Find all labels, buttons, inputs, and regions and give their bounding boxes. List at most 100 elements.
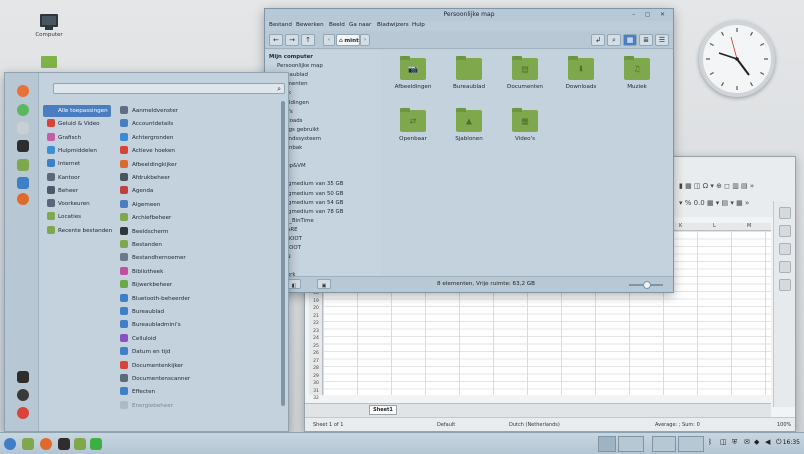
sidebar-item[interactable]: Persoonlijke map [277,63,323,69]
menu-app-item[interactable]: Aanmeldvenster [117,105,277,118]
firefox-alt-icon[interactable] [17,193,29,205]
settings-icon[interactable] [17,122,29,134]
menu-app-item[interactable]: Archiefbeheer [117,212,277,225]
zoom-slider-handle[interactable] [643,281,651,289]
application-menu[interactable]: ⌕ Alle toepassingen Geluid & Video Grafisc… [4,72,289,432]
taskbar-firefox-icon[interactable] [40,438,52,450]
row-number[interactable]: 25 [309,344,323,349]
menu-category[interactable]: Recente bestanden [43,225,112,237]
menu-category[interactable]: Geluid & Video [43,118,111,130]
places-button[interactable]: ▣ [317,279,331,289]
taskbar-folder-icon[interactable] [74,438,86,450]
functions-icon[interactable] [778,279,791,291]
sheet-tab-1[interactable]: Sheet1 [369,405,397,415]
folder-item[interactable]: ▦ Video's [499,108,551,142]
column-l[interactable]: L [713,223,716,229]
menu-app-item[interactable]: Documentenkijker [117,360,277,373]
menu-bladwijzers[interactable]: Bladwijzers [377,22,409,28]
calc-toolbar-icons[interactable]: ▮ ▦ ◫ Ω ▾ ⊕ ◻ ▥ ▤ » [679,182,754,190]
column-k[interactable]: K [679,223,682,229]
taskbar-calc-icon[interactable] [90,438,102,450]
updates-icon[interactable]: ◫ [720,438,727,446]
menu-category[interactable]: Alle toepassingen [43,105,111,117]
menu-category[interactable]: Voorkeuren [43,198,111,210]
lock-icon[interactable] [17,371,29,383]
taskbar-clock[interactable]: 16:35 [783,439,800,446]
breadcrumb-home[interactable]: ⌂ mint [336,34,360,46]
taskbar-files-icon[interactable] [22,438,34,450]
file-manager-window[interactable]: Persoonlijke map – ◻ ✕ Bestand Bewerken … [264,8,674,293]
menu-app-item[interactable]: Energiebeheer [117,400,277,413]
menu-category[interactable]: Kantoor [43,172,111,184]
row-number[interactable]: 27 [309,359,323,364]
back-button[interactable]: ← [269,34,283,46]
menu-app-item[interactable]: Algemeen [117,199,277,212]
row-number[interactable]: 30 [309,381,323,386]
menu-app-item[interactable]: Bestanden [117,239,277,252]
row-number[interactable]: 28 [309,366,323,371]
row-number[interactable]: 32 [309,396,323,401]
menu-app-item[interactable]: Afdrukbeheer [117,172,277,185]
menu-bewerken[interactable]: Bewerken [296,22,324,28]
menu-app-item[interactable]: Bijwerkbeheer [117,279,277,292]
workspace-1[interactable] [598,436,616,452]
menu-app-item[interactable]: Effecten [117,386,277,399]
gallery-icon[interactable] [778,243,791,255]
workspace-3[interactable] [652,436,676,452]
compact-view-button[interactable]: ☰ [655,34,669,46]
row-number[interactable]: 24 [309,336,323,341]
menu-category[interactable]: Grafisch [43,132,111,144]
folder-item[interactable]: ▤ Documenten [499,56,551,90]
icon-view-button[interactable]: ▦ [623,34,637,46]
menu-app-item[interactable]: Bibliotheek [117,266,277,279]
status-zoom[interactable]: 100% [777,422,791,428]
menu-app-item[interactable]: Documentenscanner [117,373,277,386]
styles-icon[interactable] [778,225,791,237]
folder-item[interactable]: ⇄ Openbaar [387,108,439,142]
power-icon[interactable] [17,407,29,419]
menu-app-item[interactable]: Bureaubladmini's [117,319,277,332]
files-icon[interactable] [17,159,29,171]
row-number[interactable]: 26 [309,351,323,356]
up-button[interactable]: ↑ [301,34,315,46]
toggle-sidebar-button[interactable]: ◧ [287,279,301,289]
menu-app-item[interactable]: Bestandhernoemer [117,252,277,265]
menu-ga-naar[interactable]: Ga naar [349,22,371,28]
breadcrumb-right-button[interactable]: › [360,34,370,46]
menu-button-icon[interactable] [4,438,16,450]
row-number[interactable]: 29 [309,374,323,379]
menu-beeld[interactable]: Beeld [329,22,345,28]
app-icon[interactable] [17,177,29,189]
bluetooth-icon[interactable]: ᛒ [708,438,712,446]
row-number[interactable]: 31 [309,389,323,394]
terminal-button[interactable]: ↲ [591,34,605,46]
search-input[interactable]: ⌕ [53,83,285,94]
menu-app-item[interactable]: Bureaublad [117,306,277,319]
workspace-2[interactable] [618,436,644,452]
properties-icon[interactable] [778,207,791,219]
calc-format-icons[interactable]: ▾ % 0.0 ▦ ▾ ▤ ▾ ▦ » [679,199,749,207]
menu-app-item[interactable]: Achtergronden [117,132,277,145]
menu-app-item[interactable]: Beeldscherm [117,226,277,239]
menu-app-item[interactable]: Agenda [117,185,277,198]
terminal-icon[interactable] [17,140,29,152]
folder-item[interactable]: ♫ Muziek [611,56,663,90]
window-controls[interactable]: – ◻ ✕ [632,9,669,21]
column-m[interactable]: M [747,223,751,229]
menu-app-item[interactable]: Datum en tijd [117,346,277,359]
list-view-button[interactable]: ≣ [639,34,653,46]
menu-category[interactable]: Locaties [43,211,111,223]
menu-app-item[interactable]: Bluetooth-beheerder [117,293,277,306]
app-list-scrollbar[interactable] [281,101,285,406]
menu-hulp[interactable]: Hulp [412,22,425,28]
folder-item[interactable]: ▲ Sjablonen [443,108,495,142]
search-button[interactable]: ⌕ [607,34,621,46]
menu-category[interactable]: Beheer [43,185,111,197]
row-number[interactable]: 21 [309,314,323,319]
menu-bestand[interactable]: Bestand [269,22,292,28]
shield-icon[interactable]: ⛨ [732,438,737,447]
network-icon[interactable]: ◆ [754,438,759,446]
breadcrumb-left-button[interactable]: ‹ [323,34,335,46]
volume-icon[interactable]: ◀ [765,438,770,446]
power-tray-icon[interactable]: ⏻ [776,438,782,447]
